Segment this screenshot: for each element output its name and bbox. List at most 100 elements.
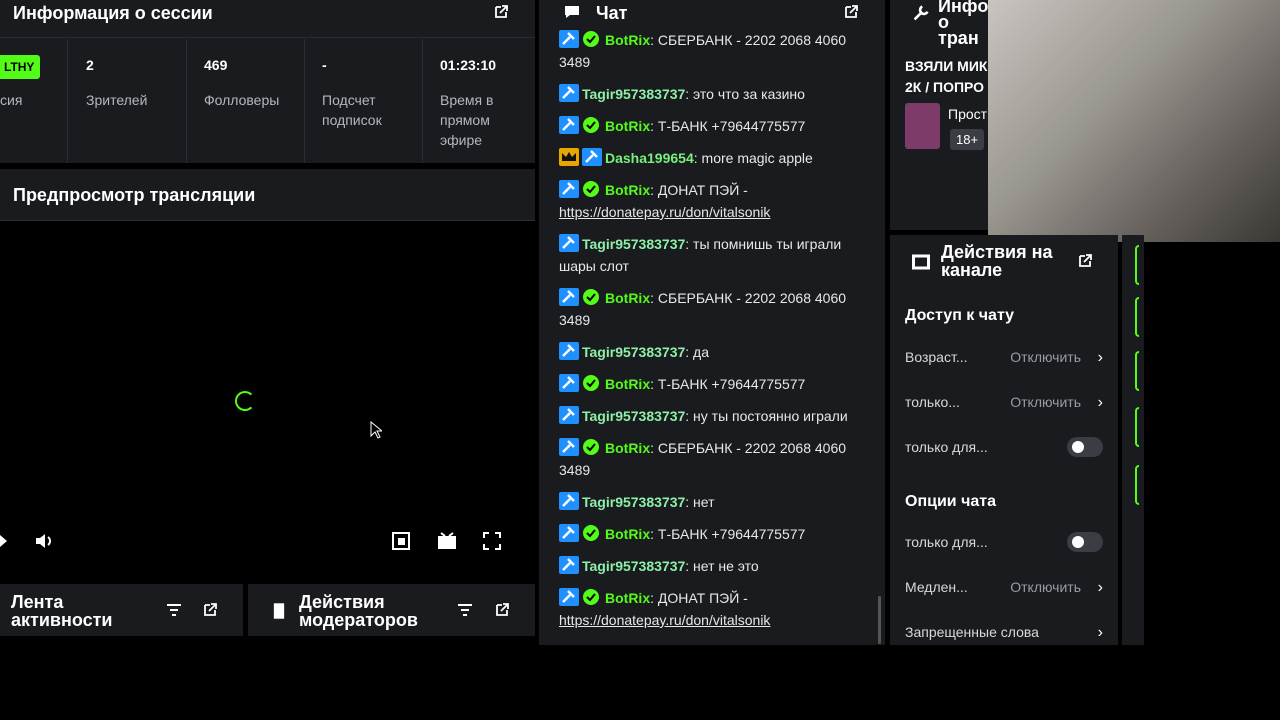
filter-icon[interactable]	[165, 601, 183, 619]
chat-username[interactable]: Dasha199654	[605, 150, 694, 166]
moderator-badge-icon	[582, 148, 602, 166]
chat-username[interactable]: BotRix	[605, 118, 650, 134]
chat-separator: :	[650, 376, 658, 392]
moderator-badge-icon	[559, 30, 579, 48]
volume-icon[interactable]	[34, 531, 54, 556]
stat-value: 01:23:10	[440, 57, 497, 73]
play-icon[interactable]	[0, 533, 8, 554]
moderator-badge-icon	[559, 492, 579, 510]
emotes-only-toggle[interactable]	[1067, 532, 1103, 552]
slow-mode-row[interactable]: Медлен... Отключить ›	[905, 577, 1103, 599]
age-restriction-row[interactable]: Возраст... Отключить ›	[905, 347, 1103, 369]
session-info-panel: Информация о сессии LTHY сия 2 Зрителей …	[0, 0, 535, 163]
chat-panel: Чат BotRix: СБЕРБАНК - 2202 2068 4060 34…	[539, 0, 885, 645]
theater-mode-icon[interactable]	[437, 532, 457, 555]
chat-username[interactable]: Tagir957383737	[582, 86, 685, 102]
chat-username[interactable]: BotRix	[605, 440, 650, 456]
popout-icon[interactable]	[493, 601, 511, 619]
info-title-line-2: о тран	[938, 12, 979, 48]
chat-username[interactable]: Tagir957383737	[582, 236, 685, 252]
chat-username[interactable]: BotRix	[605, 376, 650, 392]
stream-title-line-1: ВЗЯЛИ МИК	[905, 58, 988, 74]
chat-separator: :	[685, 494, 694, 510]
stat-value: 2	[86, 57, 94, 73]
chat-text: да	[693, 344, 710, 360]
row-label: Возраст...	[905, 349, 968, 365]
session-info-title: Информация о сессии	[13, 3, 213, 23]
chat-message: BotRix: СБЕРБАНК - 2202 2068 4060 3489	[559, 29, 859, 73]
chat-username[interactable]: BotRix	[605, 182, 650, 198]
moderator-badge-icon	[559, 406, 579, 424]
stat-value: -	[322, 57, 327, 73]
strip-marker	[1135, 465, 1139, 505]
chat-text: СБЕРБАНК - 2202 2068 4060 3489	[559, 32, 847, 70]
chat-bubble-icon	[563, 3, 581, 21]
chat-message: Tagir957383737: ты помнишь ты играли шар…	[559, 233, 859, 277]
chat-message: BotRix: ДОНАТ ПЭЙ - https://donatepay.ru…	[559, 587, 859, 631]
chat-username[interactable]: BotRix	[605, 32, 650, 48]
chat-separator: :	[685, 344, 694, 360]
mod-actions-panel: Действия модераторов	[248, 584, 535, 636]
chat-separator: :	[685, 408, 694, 424]
chat-link[interactable]: https://donatepay.ru/don/vitalsonik	[559, 612, 770, 628]
chat-messages: BotRix: СБЕРБАНК - 2202 2068 4060 3489 Ta…	[559, 29, 859, 641]
row-value: Отключить	[1010, 394, 1081, 410]
moderator-badge-icon	[559, 524, 579, 542]
moderator-badge-icon	[559, 556, 579, 574]
chat-username[interactable]: Tagir957383737	[582, 494, 685, 510]
side-strip	[1122, 235, 1144, 645]
chat-message: Tagir957383737: да	[559, 341, 859, 363]
verified-badge-icon	[582, 116, 602, 134]
chat-separator: :	[650, 118, 658, 134]
moderator-badge-icon	[559, 180, 579, 198]
stat-uptime: 01:23:10 Время в прямом эфире	[423, 39, 535, 163]
mouse-cursor-icon	[370, 420, 384, 444]
chat-title: Чат	[596, 3, 628, 23]
category-thumbnail	[905, 103, 940, 149]
moderator-badge-icon	[559, 342, 579, 360]
chat-text: Т-БАНК +79644775577	[657, 376, 806, 392]
chat-username[interactable]: BotRix	[605, 290, 650, 306]
actions-title-line-2: канале	[941, 260, 1003, 280]
verified-badge-icon	[582, 524, 602, 542]
chat-message: Tagir957383737: ну ты постоянно играли	[559, 405, 859, 427]
chat-username[interactable]: Tagir957383737	[582, 408, 685, 424]
chat-username[interactable]: BotRix	[605, 590, 650, 606]
pip-icon[interactable]	[392, 532, 410, 555]
chat-message: Dasha199654: more magic apple	[559, 147, 859, 169]
row-value: Отключить	[1010, 349, 1081, 365]
popout-icon[interactable]	[201, 601, 219, 619]
popout-icon[interactable]	[842, 3, 860, 21]
chat-message: Tagir957383737: нет не это	[559, 555, 859, 577]
moderator-badge-icon	[559, 116, 579, 134]
chat-username[interactable]: Tagir957383737	[582, 558, 685, 574]
stat-label: Зрителей	[86, 92, 148, 108]
moderator-badge-icon	[559, 374, 579, 392]
channel-actions-panel: Действия на канале Доступ к чату Возраст…	[890, 235, 1118, 645]
chat-scrollbar[interactable]	[878, 596, 881, 644]
chat-message: BotRix: Т-БАНК +79644775577	[559, 115, 859, 137]
stat-label: сия	[0, 92, 23, 108]
chat-link[interactable]: https://donatepay.ru/don/vitalsonik	[559, 204, 770, 220]
chat-username[interactable]: BotRix	[605, 526, 650, 542]
chevron-right-icon: ›	[1097, 349, 1103, 366]
strip-marker	[1135, 407, 1139, 447]
activity-feed-panel: Лента активности	[0, 584, 243, 636]
followers-only-row[interactable]: только... Отключить ›	[905, 392, 1103, 414]
stat-value: 469	[204, 57, 228, 73]
chat-text: Т-БАНК +79644775577	[657, 526, 806, 542]
mod-actions-title: Действия модераторов	[299, 592, 418, 630]
fullscreen-icon[interactable]	[483, 532, 501, 555]
chat-text: ДОНАТ ПЭЙ -	[657, 590, 748, 606]
chat-username[interactable]: Tagir957383737	[582, 344, 685, 360]
subs-only-toggle[interactable]	[1067, 437, 1103, 457]
popout-icon[interactable]	[1076, 252, 1094, 270]
chevron-right-icon: ›	[1097, 394, 1103, 411]
filter-icon[interactable]	[456, 601, 474, 619]
banned-words-row[interactable]: Запрещенные слова ›	[905, 622, 1103, 644]
popout-icon[interactable]	[492, 3, 510, 21]
chat-options-heading: Опции чата	[905, 493, 996, 510]
loading-spinner-icon	[235, 391, 255, 411]
moderator-badge-icon	[559, 438, 579, 456]
chat-message: Tagir957383737: это что за казино	[559, 83, 859, 105]
